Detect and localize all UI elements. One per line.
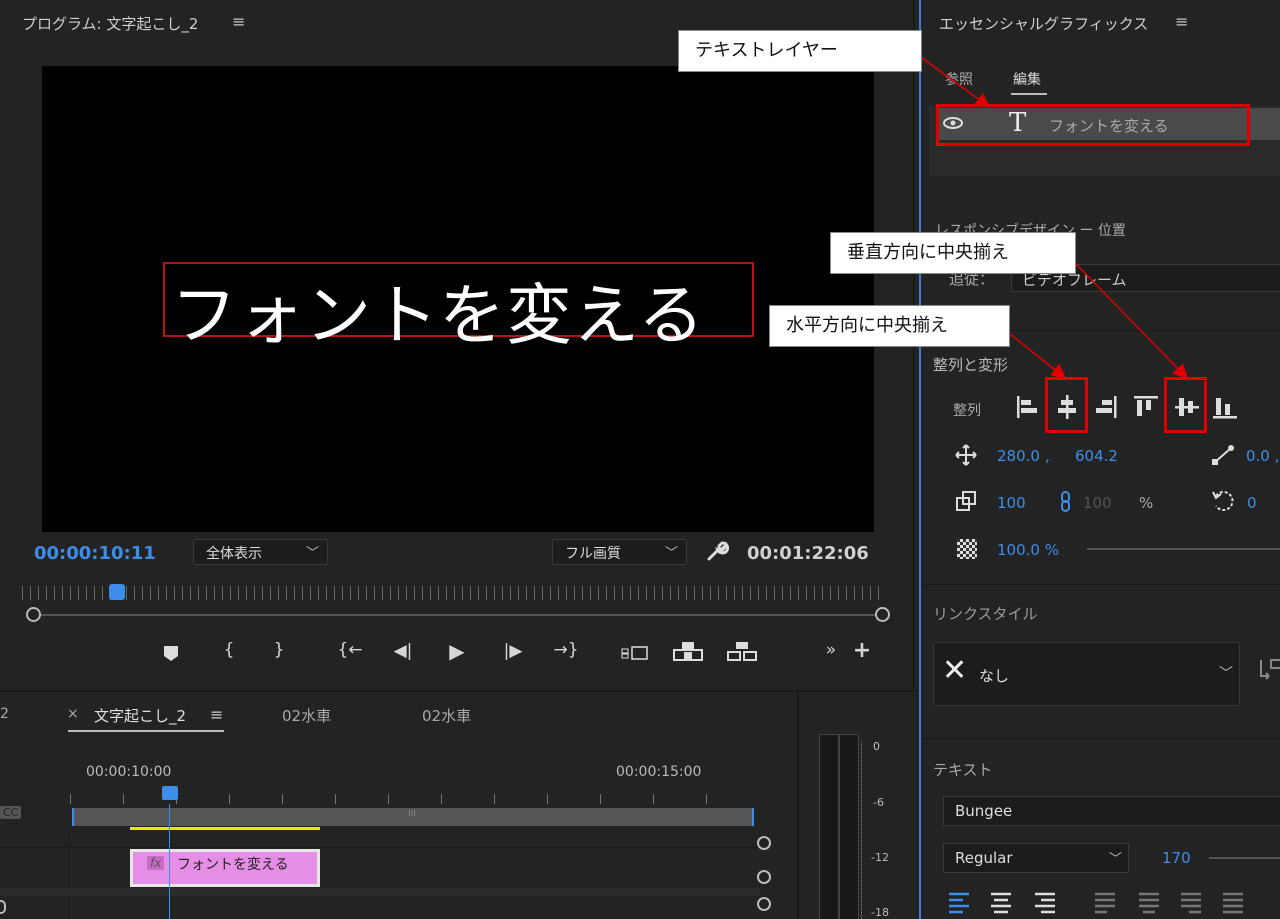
callout-vertical-center: 垂直方向に中央揃え	[830, 232, 1076, 274]
callout-text-layer: テキストレイヤー	[678, 30, 922, 72]
callout-horizontal-center: 水平方向に中央揃え	[769, 305, 1010, 347]
annotation-arrows	[921, 57, 1189, 380]
arrow-horizontal-center	[1009, 333, 1067, 379]
arrow-text-layer	[921, 57, 991, 108]
arrow-vertical-center	[1075, 263, 1189, 380]
